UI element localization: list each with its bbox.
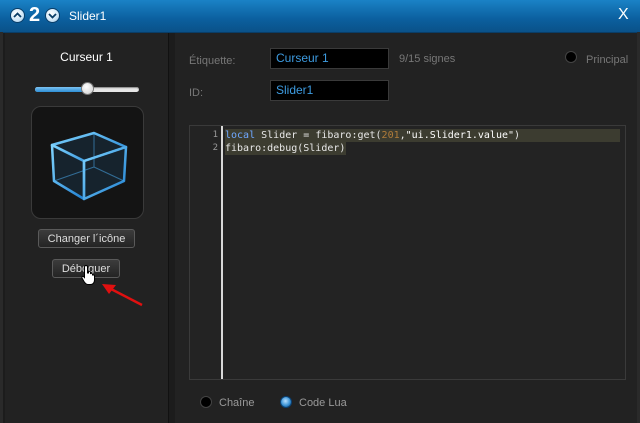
device-icon-box [31, 106, 144, 219]
code-line-1: local Slider = fibaro:get(201,"ui.Slider… [225, 129, 620, 142]
principal-radio[interactable] [565, 51, 577, 63]
code-text: ) [514, 130, 521, 141]
title-bar: 2 Slider1 X [0, 0, 640, 33]
right-panel: Étiquette: Curseur 1 9/15 signes Princip… [175, 33, 637, 423]
window-title: Slider1 [69, 9, 107, 23]
etiquette-field[interactable]: Curseur 1 [270, 48, 389, 69]
line-number: 1 [212, 130, 218, 140]
slider-title: Curseur 1 [60, 50, 113, 64]
change-icon-button[interactable]: Changer l´icône [38, 229, 135, 248]
line-gutter: 1 2 [190, 126, 223, 379]
room-number: 2 [29, 4, 41, 26]
slider-fill [35, 87, 87, 92]
slider-handle[interactable] [81, 83, 93, 94]
code-lua-radio[interactable] [280, 396, 292, 408]
line-number: 2 [212, 143, 218, 153]
slider[interactable] [35, 83, 139, 94]
code-editor[interactable]: 1 2 local Slider = fibaro:get(201,"ui.Sl… [189, 125, 626, 380]
code-text: Slider = fibaro:get( [255, 130, 382, 141]
chevron-down-icon[interactable] [46, 9, 59, 22]
hand-cursor-icon [81, 264, 95, 285]
code-string: "ui.Slider1.value" [405, 130, 515, 141]
close-button[interactable]: X [618, 6, 629, 24]
label-etiquette: Étiquette: [189, 55, 236, 67]
principal-label: Principal [586, 54, 629, 66]
code-keyword: local [225, 130, 256, 141]
label-id: ID: [189, 87, 204, 99]
chaine-label: Chaîne [219, 397, 255, 409]
char-count: 9/15 signes [399, 53, 456, 65]
id-field[interactable]: Slider1 [270, 80, 389, 101]
chaine-radio[interactable] [200, 396, 212, 408]
code-line-2: fibaro:debug(Slider) [225, 142, 346, 155]
code-number: 201 [381, 130, 400, 141]
annotation-arrow-icon [102, 284, 143, 307]
chevron-up-icon[interactable] [11, 9, 24, 22]
left-panel: Curseur 1 Changer l´icône Déboguer [5, 33, 169, 423]
cube-icon [50, 131, 128, 201]
code-lua-label: Code Lua [299, 397, 347, 409]
